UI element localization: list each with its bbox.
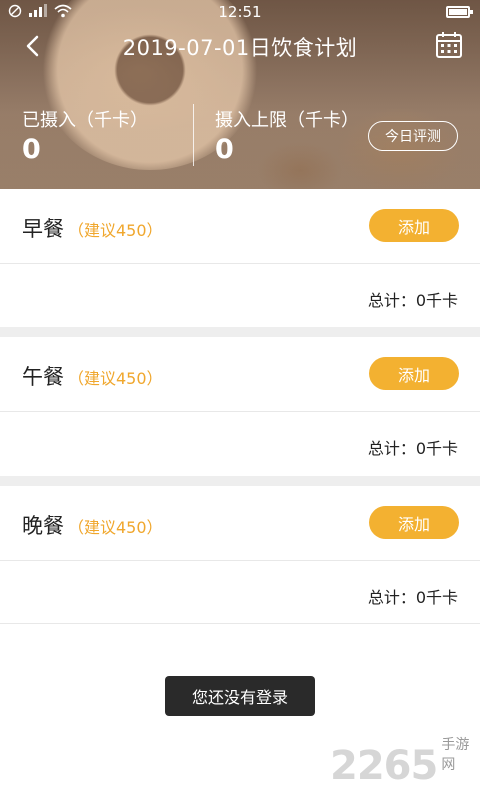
section-gap <box>0 327 480 337</box>
limit-value: 0 <box>215 134 234 165</box>
meal-body: 总计：0千卡 <box>0 412 480 475</box>
page-title: 2019-07-01日饮食计划 <box>122 36 358 60</box>
calendar-icon[interactable] <box>434 30 464 60</box>
meal-total: 总计：0千卡 <box>367 439 458 458</box>
meal-total: 总计：0千卡 <box>367 291 458 310</box>
watermark-text: 手游网 <box>441 737 470 773</box>
meal-header: 早餐 （建议450） 添加 <box>0 189 480 264</box>
login-toast: 您还没有登录 <box>165 676 315 716</box>
meal-total: 总计：0千卡 <box>367 588 458 607</box>
meal-suggestion: （建议450） <box>68 369 163 388</box>
status-bar: 12:51 <box>0 0 480 24</box>
add-lunch-button[interactable]: 添加 <box>369 357 459 390</box>
meal-body: 总计：0千卡 <box>0 561 480 624</box>
today-evaluation-button[interactable]: 今日评测 <box>368 121 458 151</box>
nav-bar: 2019-07-01日饮食计划 <box>0 28 480 64</box>
consumed-label: 已摄入（千卡） <box>22 110 148 131</box>
limit-label: 摄入上限（千卡） <box>215 110 359 131</box>
meal-suggestion: （建议450） <box>68 518 163 537</box>
meal-name: 晚餐 <box>22 514 64 538</box>
meal-name: 午餐 <box>22 365 64 389</box>
meal-header: 午餐 （建议450） 添加 <box>0 337 480 412</box>
meal-suggestion: （建议450） <box>68 221 163 240</box>
watermark-number: 2265 <box>330 743 438 789</box>
section-gap <box>0 476 480 486</box>
meal-header: 晚餐 （建议450） 添加 <box>0 486 480 561</box>
consumed-value: 0 <box>22 134 41 165</box>
status-time: 12:51 <box>218 3 262 21</box>
meal-section-dinner: 晚餐 （建议450） 添加 总计：0千卡 <box>0 486 480 624</box>
meal-name: 早餐 <box>22 217 64 241</box>
meal-body: 总计：0千卡 <box>0 264 480 327</box>
meal-section-breakfast: 早餐 （建议450） 添加 总计：0千卡 <box>0 189 480 327</box>
add-dinner-button[interactable]: 添加 <box>369 506 459 539</box>
add-breakfast-button[interactable]: 添加 <box>369 209 459 242</box>
stats-divider <box>193 104 194 166</box>
battery-icon <box>446 6 473 18</box>
site-watermark: 2265 手游网 <box>330 737 480 789</box>
meal-section-lunch: 午餐 （建议450） 添加 总计：0千卡 <box>0 337 480 475</box>
